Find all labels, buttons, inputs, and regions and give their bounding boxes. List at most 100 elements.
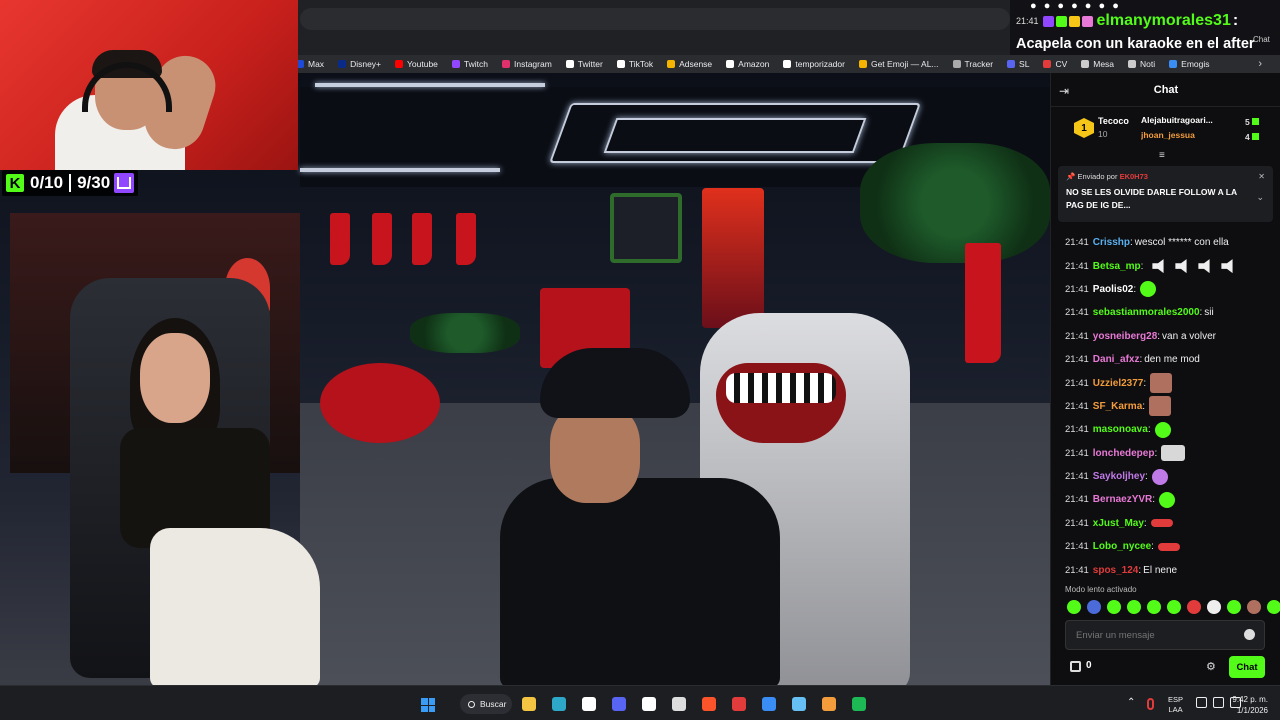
emoji-icon[interactable] — [1244, 629, 1255, 640]
message-username[interactable]: yosneiberg28 — [1093, 331, 1157, 342]
message-username[interactable]: sebastianmorales2000 — [1093, 307, 1200, 318]
chat-message[interactable]: 21:41 Crisshp: wescol ****** con ella — [1065, 231, 1277, 254]
chevron-up-icon[interactable]: ⌃ — [1127, 697, 1135, 708]
clock[interactable]: 9:42 p. m. 1/1/2026 — [1230, 694, 1268, 716]
emote-icon[interactable] — [1247, 600, 1261, 614]
bookmark-item[interactable]: Amazon — [726, 59, 769, 69]
message-username[interactable]: Paolis02 — [1093, 284, 1134, 295]
chat-message[interactable]: 21:41 yosneiberg28: van a volver — [1065, 325, 1277, 348]
bookmark-item[interactable]: Twitter — [565, 59, 603, 69]
taskbar-search[interactable]: Buscar — [460, 694, 512, 714]
chevron-down-icon[interactable]: ⌄ — [1256, 192, 1264, 203]
bookmark-item[interactable]: Mesa — [1081, 59, 1114, 69]
alert-dots: ● ● ● ● ● ● ● — [1030, 0, 1121, 12]
message-username[interactable]: spos_124 — [1093, 565, 1139, 576]
app-orange-icon[interactable] — [822, 697, 836, 711]
microphone-icon[interactable] — [1147, 698, 1154, 710]
chat-message[interactable]: 21:41 Betsa_mp: — [1065, 254, 1277, 277]
edge-icon[interactable] — [552, 697, 566, 711]
bookmark-item[interactable]: Adsense — [667, 59, 712, 69]
collapse-chat-icon[interactable]: ⇥ — [1059, 84, 1069, 98]
github-icon[interactable] — [642, 697, 656, 711]
chat-message[interactable]: 21:41 Lobo_nycee: — [1065, 535, 1277, 558]
bookmark-item[interactable]: TikTok — [616, 59, 653, 69]
message-username[interactable]: lonchedepep — [1093, 448, 1155, 459]
emote-icon[interactable] — [1127, 600, 1141, 614]
bookmark-item[interactable]: Disney+ — [338, 59, 381, 69]
bookmark-item[interactable]: Instagram — [502, 59, 552, 69]
windows-start-icon[interactable] — [421, 698, 435, 712]
brave-icon[interactable] — [702, 697, 716, 711]
steam-icon[interactable] — [792, 697, 806, 711]
message-username[interactable]: Crisshp — [1093, 237, 1130, 248]
chat-message[interactable]: 21:41 sebastianmorales2000: sii — [1065, 301, 1277, 324]
emote-icon[interactable] — [1067, 600, 1081, 614]
bookmark-item[interactable]: Youtube — [395, 59, 438, 69]
emote-icon[interactable] — [1147, 600, 1161, 614]
language-indicator[interactable]: ESP LAA — [1168, 695, 1183, 715]
bookmark-item[interactable]: SL — [1007, 59, 1029, 69]
emote-icon[interactable] — [1187, 600, 1201, 614]
epic-games-icon[interactable] — [672, 697, 686, 711]
chat-message[interactable]: 21:41 lonchedepep: — [1065, 442, 1277, 465]
webcam-overlay — [0, 0, 298, 170]
car-emote-icon — [1150, 519, 1173, 528]
expand-leaderboard-icon[interactable]: ≡ — [1159, 150, 1165, 161]
chat-message[interactable]: 21:41 BernaezYVR: — [1065, 488, 1277, 511]
bookmark-favicon-icon — [395, 60, 404, 68]
app-red-icon[interactable] — [732, 697, 746, 711]
quick-emotes[interactable] — [1067, 600, 1280, 614]
address-bar[interactable] — [300, 8, 1010, 30]
emote-icon[interactable] — [1267, 600, 1280, 614]
message-username[interactable]: Saykoljhey — [1093, 471, 1145, 482]
message-username[interactable]: xJust_May — [1093, 518, 1144, 529]
bookmark-item[interactable]: Noti — [1128, 59, 1155, 69]
chat-message[interactable]: 21:41 Saykoljhey: — [1065, 465, 1277, 488]
points-bag-icon[interactable] — [1070, 661, 1081, 672]
message-username[interactable]: Uzziel2377 — [1093, 378, 1144, 389]
pinned-message[interactable]: 📌 Enviado por EK0H73 NO SE LES OLVIDE DA… — [1058, 166, 1273, 222]
emote-icon[interactable] — [1087, 600, 1101, 614]
chat-input[interactable] — [1065, 620, 1265, 650]
chat-message[interactable]: 21:41 spos_124: El nene — [1065, 558, 1277, 581]
message-username[interactable]: Betsa_mp — [1093, 261, 1141, 272]
emote-icon[interactable] — [1107, 600, 1121, 614]
chat-message[interactable]: 21:41 masonoava: — [1065, 418, 1277, 441]
emote-icon[interactable] — [1167, 600, 1181, 614]
message-username[interactable]: Lobo_nycee — [1093, 541, 1151, 552]
chat-message[interactable]: 21:41 Dani_afxz: den me mod — [1065, 348, 1277, 371]
bookmark-item[interactable]: Max — [296, 59, 324, 69]
unpin-icon[interactable]: ✕ — [1258, 172, 1265, 181]
bookmark-item[interactable]: Get Emoji — AL... — [858, 59, 939, 69]
spotify-icon[interactable] — [852, 697, 866, 711]
message-colon: : — [1133, 283, 1137, 295]
chat-message[interactable]: 21:41 SF_Karma: — [1065, 395, 1277, 418]
file-explorer-icon[interactable] — [522, 697, 536, 711]
emote-icon[interactable] — [1207, 600, 1221, 614]
message-username[interactable]: masonoava — [1093, 424, 1148, 435]
message-username[interactable]: Dani_afxz — [1093, 354, 1140, 365]
bookmark-item[interactable]: Emogis — [1169, 59, 1210, 69]
alert-chat-button[interactable]: Chat — [1253, 35, 1270, 44]
bookmark-favicon-icon — [1007, 60, 1016, 68]
capcut-icon[interactable] — [582, 697, 596, 711]
send-chat-button[interactable]: Chat — [1229, 656, 1265, 678]
bookmarks-more-icon[interactable]: › — [1258, 58, 1262, 70]
display-icon[interactable] — [1196, 697, 1207, 708]
gift-leaderboard[interactable]: 1 Tecoco 10 Alejabuitragoari... 5 jhoan_j… — [1071, 111, 1276, 147]
network-icon[interactable] — [1213, 697, 1224, 708]
app-blue-icon[interactable] — [762, 697, 776, 711]
message-username[interactable]: SF_Karma — [1093, 401, 1142, 412]
chat-message[interactable]: 21:41 xJust_May: — [1065, 512, 1277, 535]
bookmark-favicon-icon — [565, 60, 574, 68]
bookmark-item[interactable]: temporizador — [783, 59, 845, 69]
bookmark-item[interactable]: Twitch — [451, 59, 488, 69]
chat-message[interactable]: 21:41 Uzziel2377: — [1065, 371, 1277, 394]
message-username[interactable]: BernaezYVR — [1093, 494, 1152, 505]
gear-icon[interactable]: ⚙ — [1206, 660, 1216, 673]
chat-message[interactable]: 21:41 Paolis02: — [1065, 278, 1277, 301]
emote-icon[interactable] — [1227, 600, 1241, 614]
bookmark-item[interactable]: Tracker — [952, 59, 993, 69]
discord-icon[interactable] — [612, 697, 626, 711]
bookmark-item[interactable]: CV — [1043, 59, 1067, 69]
